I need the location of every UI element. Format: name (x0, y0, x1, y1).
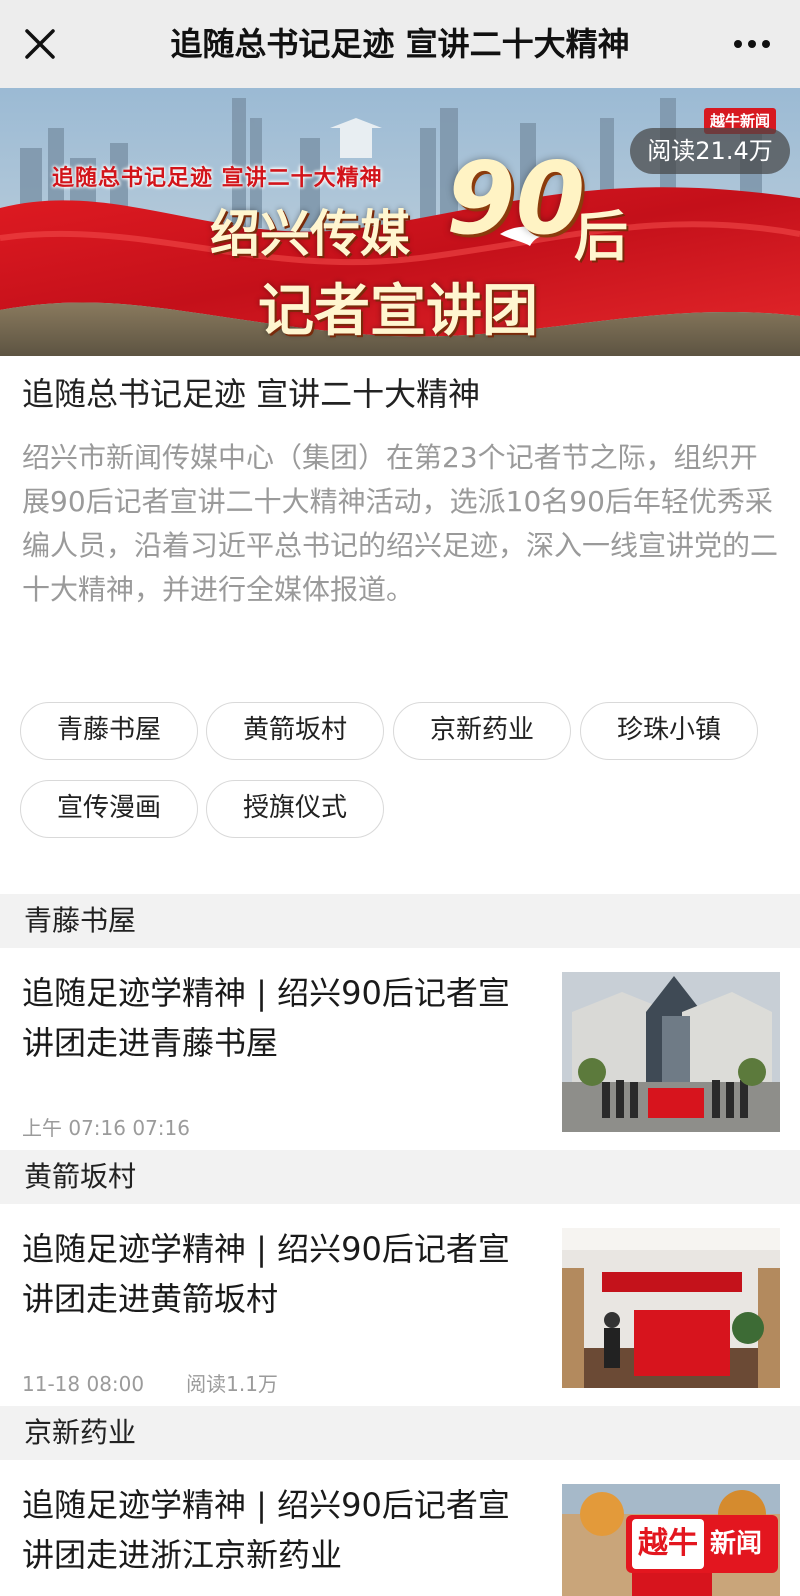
topic-banner: 追随总书记足迹 宣讲二十大精神 90 绍兴传媒 后 记者宣讲团 越牛新闻 阅读2… (0, 88, 800, 356)
article-time: 11-18 08:00 (22, 1372, 145, 1396)
article-title: 追随足迹学精神 | 绍兴90后记者宣讲团走进黄箭坂村 (22, 1230, 510, 1318)
watermark-right: 新闻 (710, 1529, 763, 1559)
article-meta: 11-18 08:00 阅读1.1万 (22, 1368, 278, 1397)
article-thumbnail (562, 972, 780, 1132)
tag-cartoon[interactable]: 宣传漫画 (20, 780, 198, 838)
section-title: 黄箭坂村 (24, 1160, 137, 1193)
tag-zhenzhu[interactable]: 珍珠小镇 (580, 702, 758, 760)
tag-flag-ceremony[interactable]: 授旗仪式 (206, 780, 384, 838)
article-item[interactable]: 追随足迹学精神 | 绍兴90后记者宣讲团走进青藤书屋 上午 07:16 07:1… (0, 948, 800, 1148)
topic-title: 追随总书记足迹 宣讲二十大精神 (22, 375, 481, 413)
article-read-count: 阅读1.1万 (186, 1372, 278, 1396)
page-title: 追随总书记足迹 宣讲二十大精神 (170, 25, 630, 63)
tag-jingxin[interactable]: 京新药业 (393, 702, 571, 760)
close-icon[interactable] (18, 22, 62, 66)
banner-main-line1: 绍兴传媒 (210, 204, 410, 263)
more-icon[interactable] (724, 22, 780, 66)
topic-description: 绍兴市新闻传媒中心（集团）在第23个记者节之际，组织开展90后记者宣讲二十大精神… (22, 441, 779, 606)
tag-qingteng[interactable]: 青藤书屋 (20, 702, 198, 760)
section-header-huangjianban: 黄箭坂村 (0, 1150, 800, 1204)
tag-huangjianban[interactable]: 黄箭坂村 (206, 702, 384, 760)
banner-main-line2: 记者宣讲团 (258, 278, 538, 344)
section-header-qingteng: 青藤书屋 (0, 894, 800, 948)
banner-subtitle: 追随总书记足迹 宣讲二十大精神 (52, 166, 383, 191)
article-item[interactable]: 追随足迹学精神 | 绍兴90后记者宣讲团走进黄箭坂村 11-18 08:00 阅读… (0, 1204, 800, 1404)
article-title: 追随足迹学精神 | 绍兴90后记者宣讲团走进浙江京新药业 (22, 1486, 510, 1574)
read-count-badge: 阅读21.4万 (630, 128, 790, 174)
banner-90: 90 (446, 140, 586, 257)
article-meta: 上午 07:16 07:16 (22, 1112, 190, 1141)
article-time: 上午 07:16 07:16 (22, 1116, 190, 1140)
section-header-jingxin: 京新药业 (0, 1406, 800, 1460)
watermark-left: 越牛 (632, 1519, 704, 1569)
article-thumbnail (562, 1228, 780, 1388)
section-title: 京新药业 (24, 1416, 137, 1449)
banner-hou: 后 (574, 204, 628, 268)
brand-watermark: 越牛 新闻 (626, 1515, 778, 1573)
section-title: 青藤书屋 (24, 904, 137, 937)
top-nav-bar: 追随总书记足迹 宣讲二十大精神 (0, 0, 800, 88)
article-title: 追随足迹学精神 | 绍兴90后记者宣讲团走进青藤书屋 (22, 974, 510, 1062)
